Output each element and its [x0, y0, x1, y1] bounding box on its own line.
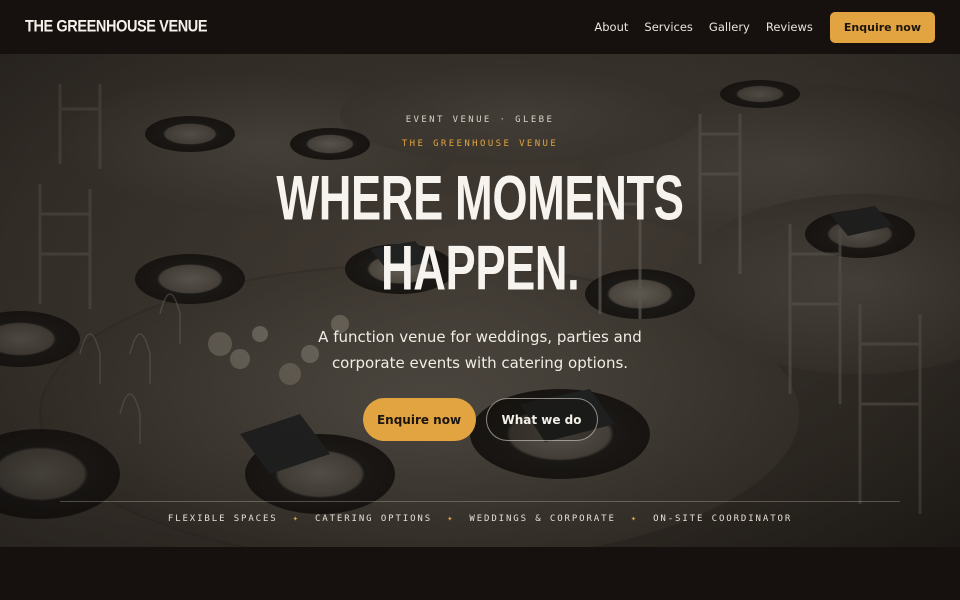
hero-content: EVENT VENUE · GLEBE THE GREENHOUSE VENUE… — [0, 54, 960, 547]
hero-headline-line-1: WHERE MOMENTS — [276, 163, 684, 234]
hero-divider — [60, 501, 900, 502]
feature-catering-options: CATERING OPTIONS — [314, 514, 433, 524]
hero-headline-line-2: HAPPEN. — [380, 233, 580, 304]
top-navigation-bar: THE GREENHOUSE VENUE About Services Gall… — [0, 0, 960, 54]
next-section — [0, 547, 960, 600]
hero-enquire-button[interactable]: Enquire now — [362, 398, 476, 441]
header-enquire-button[interactable]: Enquire now — [829, 11, 935, 43]
nav-link-reviews[interactable]: Reviews — [766, 20, 813, 34]
hero-venue-name: THE GREENHOUSE VENUE — [401, 139, 559, 149]
sparkle-icon: ✦ — [630, 514, 639, 524]
feature-on-site-coordinator: ON-SITE COORDINATOR — [653, 514, 793, 524]
feature-strip: FLEXIBLE SPACES ✦ CATERING OPTIONS ✦ WED… — [0, 514, 960, 524]
nav-link-services[interactable]: Services — [644, 20, 693, 34]
main-nav: About Services Gallery Reviews Enquire n… — [594, 11, 935, 43]
what-we-do-button[interactable]: What we do — [485, 398, 598, 441]
feature-flexible-spaces: FLEXIBLE SPACES — [167, 514, 278, 524]
feature-weddings-corporate: WEDDINGS & CORPORATE — [469, 514, 616, 524]
sparkle-icon: ✦ — [292, 514, 300, 524]
sparkle-icon: ✦ — [447, 514, 455, 524]
hero-eyebrow: EVENT VENUE · GLEBE — [405, 115, 555, 125]
site-logo[interactable]: THE GREENHOUSE VENUE — [25, 18, 208, 36]
hero-headline: WHERE MOMENTS HAPPEN. — [0, 163, 960, 304]
nav-link-about[interactable]: About — [594, 20, 628, 34]
hero-button-row: Enquire now What we do — [0, 398, 960, 441]
nav-link-gallery[interactable]: Gallery — [709, 20, 750, 34]
hero-section: EVENT VENUE · GLEBE THE GREENHOUSE VENUE… — [0, 54, 960, 547]
hero-subtitle: A function venue for weddings, parties a… — [318, 328, 642, 372]
